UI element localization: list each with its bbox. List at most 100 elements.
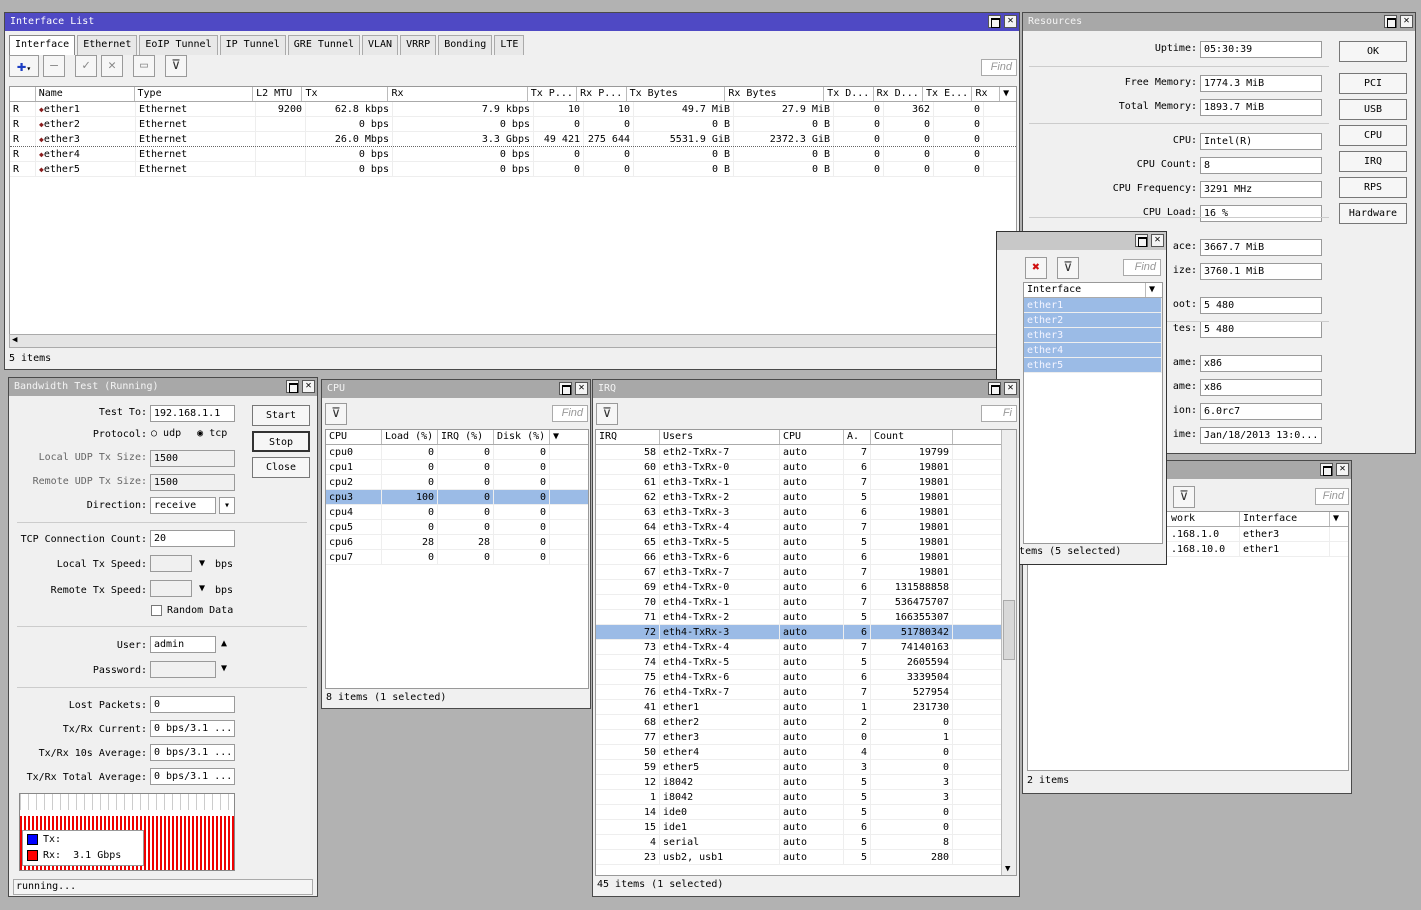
table-row[interactable]: 77 ether3 auto 0 1 xyxy=(596,730,1016,745)
tab-ip-tunnel[interactable]: IP Tunnel xyxy=(219,35,286,55)
column-disk-[interactable]: Disk (%) xyxy=(494,430,550,444)
column-count[interactable]: Count xyxy=(871,430,953,444)
column-type[interactable]: Type xyxy=(135,87,254,101)
close-button[interactable]: Close xyxy=(252,457,310,478)
close-icon[interactable]: ✕ xyxy=(575,382,588,395)
maximize-icon[interactable] xyxy=(1320,463,1333,476)
table-row[interactable]: 67 eth3-TxRx-7 auto 7 19801 xyxy=(596,565,1016,580)
cpu-button[interactable]: CPU xyxy=(1339,125,1407,146)
table-row[interactable]: 58 eth2-TxRx-7 auto 7 19799 xyxy=(596,445,1016,460)
table-row[interactable]: 68 ether2 auto 2 0 xyxy=(596,715,1016,730)
table-row[interactable]: 65 eth3-TxRx-5 auto 5 19801 xyxy=(596,535,1016,550)
local-speed-dropdown-icon[interactable]: ▼ xyxy=(199,558,205,569)
resources-titlebar[interactable]: Resources ✕ xyxy=(1023,13,1415,31)
maximize-icon[interactable] xyxy=(1384,15,1397,28)
user-input[interactable]: admin xyxy=(150,636,216,653)
table-row[interactable]: 12 i8042 auto 5 3 xyxy=(596,775,1016,790)
start-button[interactable]: Start xyxy=(252,405,310,426)
tab-eoip-tunnel[interactable]: EoIP Tunnel xyxy=(139,35,218,55)
table-row[interactable]: 75 eth4-TxRx-6 auto 6 3339504 xyxy=(596,670,1016,685)
table-row[interactable]: cpu7 0 0 0 xyxy=(326,550,588,565)
table-row[interactable]: 76 eth4-TxRx-7 auto 7 527954 xyxy=(596,685,1016,700)
popup-titlebar[interactable]: ✕ xyxy=(997,232,1166,250)
column-menu-icon[interactable]: ▼ xyxy=(1330,512,1348,526)
column-rx[interactable]: Rx xyxy=(972,87,1001,101)
maximize-icon[interactable] xyxy=(286,380,299,393)
direction-select[interactable]: receive xyxy=(150,497,216,514)
pci-button[interactable]: PCI xyxy=(1339,73,1407,94)
maximize-icon[interactable] xyxy=(988,382,1001,395)
find-input[interactable]: Find xyxy=(1123,259,1161,276)
filter-button[interactable]: ⊽ xyxy=(325,403,347,425)
column-a-[interactable]: A. xyxy=(844,430,871,444)
table-row[interactable]: 15 ide1 auto 6 0 xyxy=(596,820,1016,835)
column-rx-bytes[interactable]: Rx Bytes xyxy=(725,87,825,101)
column-tx-p-[interactable]: Tx P... xyxy=(528,87,578,101)
table-row[interactable]: 1 i8042 auto 5 3 xyxy=(596,790,1016,805)
column-work[interactable]: work xyxy=(1168,512,1240,526)
table-row[interactable]: 63 eth3-TxRx-3 auto 6 19801 xyxy=(596,505,1016,520)
table-row[interactable]: 71 eth4-TxRx-2 auto 5 166355307 xyxy=(596,610,1016,625)
tab-bonding[interactable]: Bonding xyxy=(438,35,493,55)
scroll-left-icon[interactable]: ◀ xyxy=(12,335,17,345)
table-row[interactable]: 14 ide0 auto 5 0 xyxy=(596,805,1016,820)
table-row[interactable]: 66 eth3-TxRx-6 auto 6 19801 xyxy=(596,550,1016,565)
find-input[interactable]: Find xyxy=(981,59,1017,76)
bandwidth-test-titlebar[interactable]: Bandwidth Test (Running) ✕ xyxy=(9,378,317,396)
column-tx-bytes[interactable]: Tx Bytes xyxy=(627,87,726,101)
comment-button[interactable]: ▭ xyxy=(133,55,155,77)
local-udp-input[interactable]: 1500 xyxy=(150,450,235,467)
list-item[interactable]: ether4 xyxy=(1024,343,1162,358)
table-row[interactable]: cpu3 100 0 0 xyxy=(326,490,588,505)
table-row[interactable]: 50 ether4 auto 4 0 xyxy=(596,745,1016,760)
column-cpu[interactable]: CPU xyxy=(326,430,382,444)
random-data-checkbox[interactable] xyxy=(151,605,162,616)
column-menu-icon[interactable]: ▼ xyxy=(550,430,568,444)
dropdown-arrow-icon[interactable]: ▾ xyxy=(219,497,235,514)
remote-udp-input[interactable]: 1500 xyxy=(150,474,235,491)
table-row[interactable]: cpu5 0 0 0 xyxy=(326,520,588,535)
filter-button[interactable]: ⊽ xyxy=(1173,486,1195,508)
column-rx-p-[interactable]: Rx P... xyxy=(577,87,627,101)
table-row[interactable]: 60 eth3-TxRx-0 auto 6 19801 xyxy=(596,460,1016,475)
tab-vrrp[interactable]: VRRP xyxy=(400,35,437,55)
list-item[interactable]: ether3 xyxy=(1024,328,1162,343)
column-rx[interactable]: Rx xyxy=(388,87,528,101)
irq-button[interactable]: IRQ xyxy=(1339,151,1407,172)
enable-button[interactable]: ✓ xyxy=(75,55,97,77)
table-row[interactable]: R ◆ether4 Ethernet 0 bps 0 bps 0 0 0 B0 B000 xyxy=(10,147,1016,162)
udp-radio[interactable]: ○ udp xyxy=(151,428,181,439)
filter-button[interactable]: ⊽ xyxy=(596,403,618,425)
table-row[interactable]: R ◆ether5 Ethernet 0 bps 0 bps 0 0 0 B0 B000 xyxy=(10,162,1016,177)
test-to-input[interactable]: 192.168.1.1 xyxy=(150,405,235,422)
usb-button[interactable]: USB xyxy=(1339,99,1407,120)
column-rx-d-[interactable]: Rx D... xyxy=(874,87,924,101)
tcp-count-input[interactable]: 20 xyxy=(150,530,235,547)
disable-button[interactable]: ✕ xyxy=(101,55,123,77)
column-cpu[interactable]: CPU xyxy=(780,430,844,444)
table-row[interactable]: 41 ether1 auto 1 231730 xyxy=(596,700,1016,715)
filter-button[interactable]: ⊽ xyxy=(165,55,187,77)
table-row[interactable]: 70 eth4-TxRx-1 auto 7 536475707 xyxy=(596,595,1016,610)
ok-button[interactable]: OK xyxy=(1339,41,1407,62)
scroll-down-icon[interactable]: ▼ xyxy=(1005,864,1010,874)
user-collapse-icon[interactable]: ▲ xyxy=(221,638,227,649)
table-row[interactable]: 73 eth4-TxRx-4 auto 7 74140163 xyxy=(596,640,1016,655)
table-row[interactable]: 74 eth4-TxRx-5 auto 5 2605594 xyxy=(596,655,1016,670)
maximize-icon[interactable] xyxy=(1135,234,1148,247)
remote-speed-input[interactable] xyxy=(150,580,192,597)
rps-button[interactable]: RPS xyxy=(1339,177,1407,198)
table-row[interactable]: cpu1 0 0 0 xyxy=(326,460,588,475)
column-users[interactable]: Users xyxy=(660,430,780,444)
table-row[interactable]: 59 ether5 auto 3 0 xyxy=(596,760,1016,775)
column-flags[interactable] xyxy=(10,87,36,101)
column-load-[interactable]: Load (%) xyxy=(382,430,438,444)
column-irq[interactable]: IRQ xyxy=(596,430,660,444)
irq-titlebar[interactable]: IRQ ✕ xyxy=(593,380,1019,398)
close-icon[interactable]: ✕ xyxy=(302,380,315,393)
remove-red-x-button[interactable]: ✖ xyxy=(1025,257,1047,279)
table-row[interactable]: 69 eth4-TxRx-0 auto 6 131588858 xyxy=(596,580,1016,595)
local-speed-input[interactable] xyxy=(150,555,192,572)
scrollbar-thumb[interactable] xyxy=(1003,600,1015,660)
tab-lte[interactable]: LTE xyxy=(494,35,525,55)
